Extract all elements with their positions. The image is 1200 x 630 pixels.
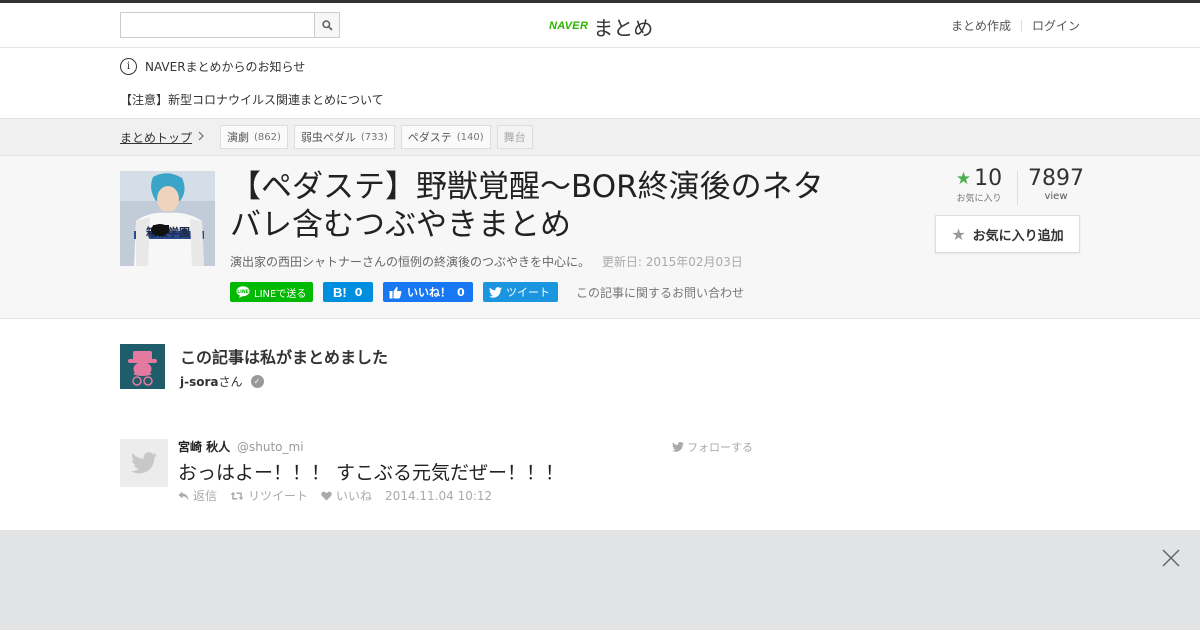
hatena-bookmark-button[interactable]: B! 0: [323, 282, 373, 302]
tweet-user-name[interactable]: 宮崎 秋人: [178, 440, 230, 454]
article-stats: ★ 10 お気に入り 7897 view: [940, 166, 1084, 206]
tag-butai[interactable]: 舞台: [496, 125, 533, 149]
tweet-share-button[interactable]: ツイート: [483, 282, 558, 302]
breadcrumb-top-label: まとめトップ: [120, 131, 193, 145]
like-label: いいね！: [407, 286, 451, 299]
header-links: まとめ作成 ログイン: [951, 17, 1080, 34]
breadcrumb-bar: まとめトップ 演劇 (862) 弱虫ペダル (733) ペダステ (140) 舞…: [0, 118, 1200, 156]
verified-check-icon: ✓: [250, 375, 264, 388]
search-box: [120, 12, 340, 38]
tag-label: 演劇: [227, 131, 249, 144]
stats-divider: [1017, 171, 1018, 205]
tweet-user-handle[interactable]: @shuto_mi: [237, 440, 304, 454]
tag-label: 弱虫ペダル: [300, 131, 356, 144]
close-ad-button[interactable]: [1160, 547, 1182, 569]
updated-date: 更新日: 2015年02月03日: [601, 255, 743, 269]
reply-label: 返信: [193, 489, 218, 503]
notice-item-link[interactable]: 【注意】新型コロナウイルス関連まとめについて: [120, 91, 384, 108]
site-logo[interactable]: NAVER まとめ: [549, 12, 653, 40]
site-header: NAVER まとめ まとめ作成 ログイン: [0, 3, 1200, 48]
author-avatar[interactable]: [120, 344, 165, 389]
retweet-action[interactable]: リツイート: [230, 487, 308, 504]
heart-icon: [321, 491, 336, 501]
tweet-text: おっはよー！！！ すこぶる元気だぜー！！！: [178, 462, 565, 484]
author-name: j-sora: [180, 374, 219, 389]
tag-yowapeda[interactable]: 弱虫ペダル (733): [293, 125, 395, 149]
favorites-stat: ★ 10 お気に入り: [954, 166, 1004, 204]
views-label: view: [1044, 191, 1068, 202]
svg-text:LINE: LINE: [237, 289, 248, 295]
tag-label: ペダステ: [407, 131, 452, 144]
ad-overlay: [0, 530, 1200, 630]
line-share-label: LINEで送る: [254, 288, 307, 300]
notice-heading: i NAVERまとめからのお知らせ: [120, 58, 305, 75]
tag-list: 演劇 (862) 弱虫ペダル (733) ペダステ (140) 舞台: [220, 125, 539, 149]
author-heading: この記事は私がまとめました: [180, 348, 389, 367]
retweet-icon: [230, 491, 248, 501]
logo-naver: NAVER: [549, 20, 589, 32]
star-outline-icon: ★: [951, 224, 966, 244]
follow-label: フォローする: [687, 441, 753, 454]
reply-action[interactable]: 返信: [178, 487, 217, 504]
article-title: 【ペダステ】野獣覚醒～BOR終演後のネタバレ含むつぶやきまとめ: [230, 169, 824, 243]
create-matome-link[interactable]: まとめ作成: [951, 17, 1011, 34]
favorites-value: ★ 10: [954, 166, 1004, 191]
line-icon: LINE: [236, 286, 250, 298]
tag-label: 舞台: [503, 131, 526, 144]
add-favorite-button[interactable]: ★ お気に入り追加: [935, 215, 1080, 253]
add-favorite-label: お気に入り追加: [972, 228, 1064, 244]
favorites-count: 10: [974, 166, 1003, 191]
views-count: 7897: [1028, 166, 1084, 191]
views-stat: 7897 view: [1024, 166, 1088, 202]
retweet-label: リツイート: [248, 489, 309, 503]
star-icon: ★: [955, 168, 972, 189]
twitter-bird-icon: [672, 442, 684, 452]
twitter-bird-icon: [131, 452, 157, 474]
search-input[interactable]: [121, 13, 316, 37]
article-thumbnail[interactable]: 箱根学園: [120, 171, 215, 266]
breadcrumb-top-link[interactable]: まとめトップ: [120, 129, 204, 146]
tag-count: (862): [254, 131, 281, 143]
author-suffix: さん: [218, 375, 243, 389]
search-button[interactable]: [314, 13, 339, 37]
contact-link[interactable]: この記事に関するお問い合わせ: [576, 284, 744, 301]
description-text: 演出家の西田シャトナーさんの恒例の終演後のつぶやきを中心に。: [230, 255, 591, 269]
tag-pedasute[interactable]: ペダステ (140): [400, 125, 491, 149]
login-link[interactable]: ログイン: [1032, 17, 1080, 34]
embedded-tweet: 宮崎 秋人 @shuto_mi フォローする おっはよー！！！ すこぶる元気だぜ…: [120, 438, 760, 508]
share-buttons: LINE LINEで送る B! 0 いいね！ 0 ツイート この記事に関するお問…: [230, 282, 744, 302]
thumbs-up-icon: [389, 286, 402, 299]
header-divider: [1020, 19, 1022, 32]
tweet-share-label: ツイート: [506, 286, 550, 299]
tweet-date[interactable]: 2014.11.04 10:12: [385, 489, 492, 503]
notice-heading-text: NAVERまとめからのお知らせ: [145, 60, 306, 74]
info-icon: i: [120, 58, 137, 75]
author-name-link[interactable]: j-sora さん ✓: [180, 373, 264, 390]
follow-button[interactable]: フォローする: [672, 439, 753, 455]
hatena-icon: B!: [333, 284, 347, 300]
logo-matome: まとめ: [593, 15, 654, 40]
like-count: 0: [457, 285, 465, 299]
line-share-button[interactable]: LINE LINEで送る: [230, 282, 313, 302]
hatena-count: 0: [354, 285, 363, 299]
twitter-bird-icon: [489, 286, 502, 298]
tweet-avatar[interactable]: [120, 439, 168, 487]
tweet-actions: 返信 リツイート いいね 2014.11.04 10:12: [178, 487, 492, 504]
article-description: 演出家の西田シャトナーさんの恒例の終演後のつぶやきを中心に。 更新日: 2015…: [230, 253, 743, 270]
like-action[interactable]: いいね: [321, 487, 372, 504]
search-icon: [321, 16, 333, 35]
tag-count: (140): [456, 131, 484, 143]
chevron-right-icon: [198, 131, 204, 144]
like-label: いいね: [336, 489, 373, 503]
tag-count: (733): [360, 131, 388, 143]
article-header: 箱根学園 【ペダステ】野獣覚醒～BOR終演後のネタバレ含むつぶやきまとめ 演出家…: [0, 156, 1200, 319]
tag-engeki[interactable]: 演劇 (862): [220, 125, 288, 149]
facebook-like-button[interactable]: いいね！ 0: [383, 282, 473, 302]
tweet-user: 宮崎 秋人 @shuto_mi: [178, 438, 304, 455]
favorites-label: お気に入り: [956, 194, 1002, 204]
close-icon: [1160, 547, 1182, 569]
reply-icon: [178, 491, 193, 501]
